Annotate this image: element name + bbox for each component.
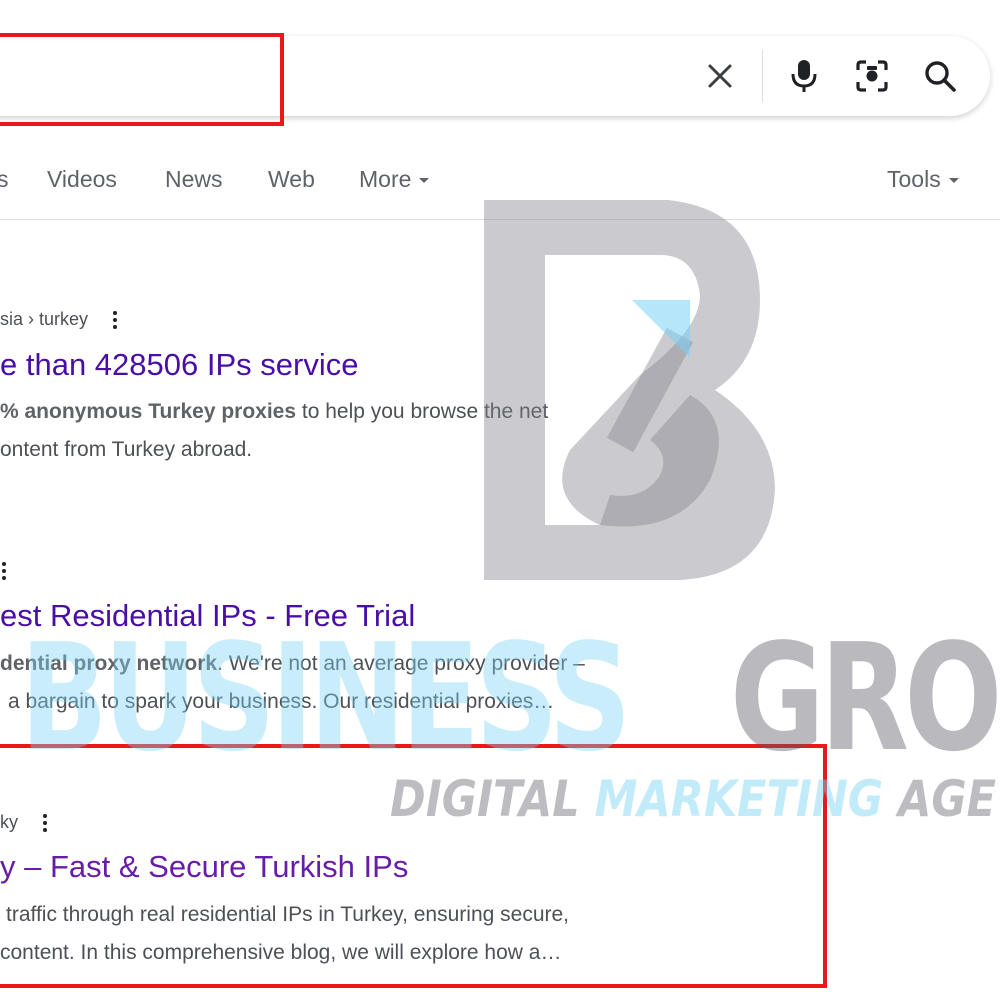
result-title[interactable]: e than 428506 IPs service	[0, 347, 358, 383]
chevron-down-icon	[948, 178, 959, 184]
search-result	[0, 559, 6, 583]
tools-button[interactable]: Tools	[887, 166, 959, 193]
highlight-box-result	[0, 744, 827, 988]
result-snippet-line2: ontent from Turkey abroad.	[0, 438, 253, 461]
tab-web[interactable]: Web	[268, 166, 315, 193]
result-snippet-line1: dential proxy network. We're not an aver…	[0, 645, 585, 683]
more-options-icon[interactable]	[113, 308, 118, 332]
tab-images[interactable]: s	[0, 166, 9, 193]
result-cite-text: sia › turkey	[0, 308, 89, 329]
tab-more-label: More	[359, 166, 412, 192]
result-cite: sia › turkey	[0, 308, 118, 332]
result-title-wrap: est Residential IPs - Free Trial	[0, 598, 415, 634]
tab-videos[interactable]: Videos	[47, 166, 117, 193]
result-snippet-line1: % anonymous Turkey proxies to help you b…	[0, 393, 548, 431]
watermark-tag-3: AGE	[883, 770, 997, 828]
result-snippet: dential proxy network. We're not an aver…	[0, 645, 585, 721]
camera-lens-icon[interactable]	[850, 54, 894, 98]
tab-news[interactable]: News	[165, 166, 223, 193]
snippet-text: . We're not an average proxy provider –	[217, 652, 585, 675]
result-snippet-line2: a bargain to spark your business. Our re…	[8, 690, 555, 713]
close-icon[interactable]	[698, 54, 742, 98]
tabs-divider	[0, 219, 1000, 220]
result-title-wrap: e than 428506 IPs service	[0, 347, 358, 383]
search-result: sia › turkey	[0, 308, 118, 332]
search-icon[interactable]	[918, 54, 962, 98]
result-cite	[0, 559, 6, 583]
chevron-down-icon	[419, 178, 430, 184]
tools-label: Tools	[887, 166, 941, 192]
mic-icon[interactable]	[782, 54, 826, 98]
tab-more[interactable]: More	[359, 166, 430, 193]
snippet-bold: % anonymous Turkey proxies	[0, 400, 297, 423]
result-title[interactable]: est Residential IPs - Free Trial	[0, 598, 415, 634]
result-snippet: % anonymous Turkey proxies to help you b…	[0, 393, 548, 469]
more-options-icon[interactable]	[2, 559, 6, 583]
snippet-bold: dential proxy network	[0, 652, 218, 675]
search-divider	[762, 50, 763, 102]
highlight-box-search	[0, 33, 284, 126]
snippet-text: to help you browse the net	[296, 400, 549, 423]
